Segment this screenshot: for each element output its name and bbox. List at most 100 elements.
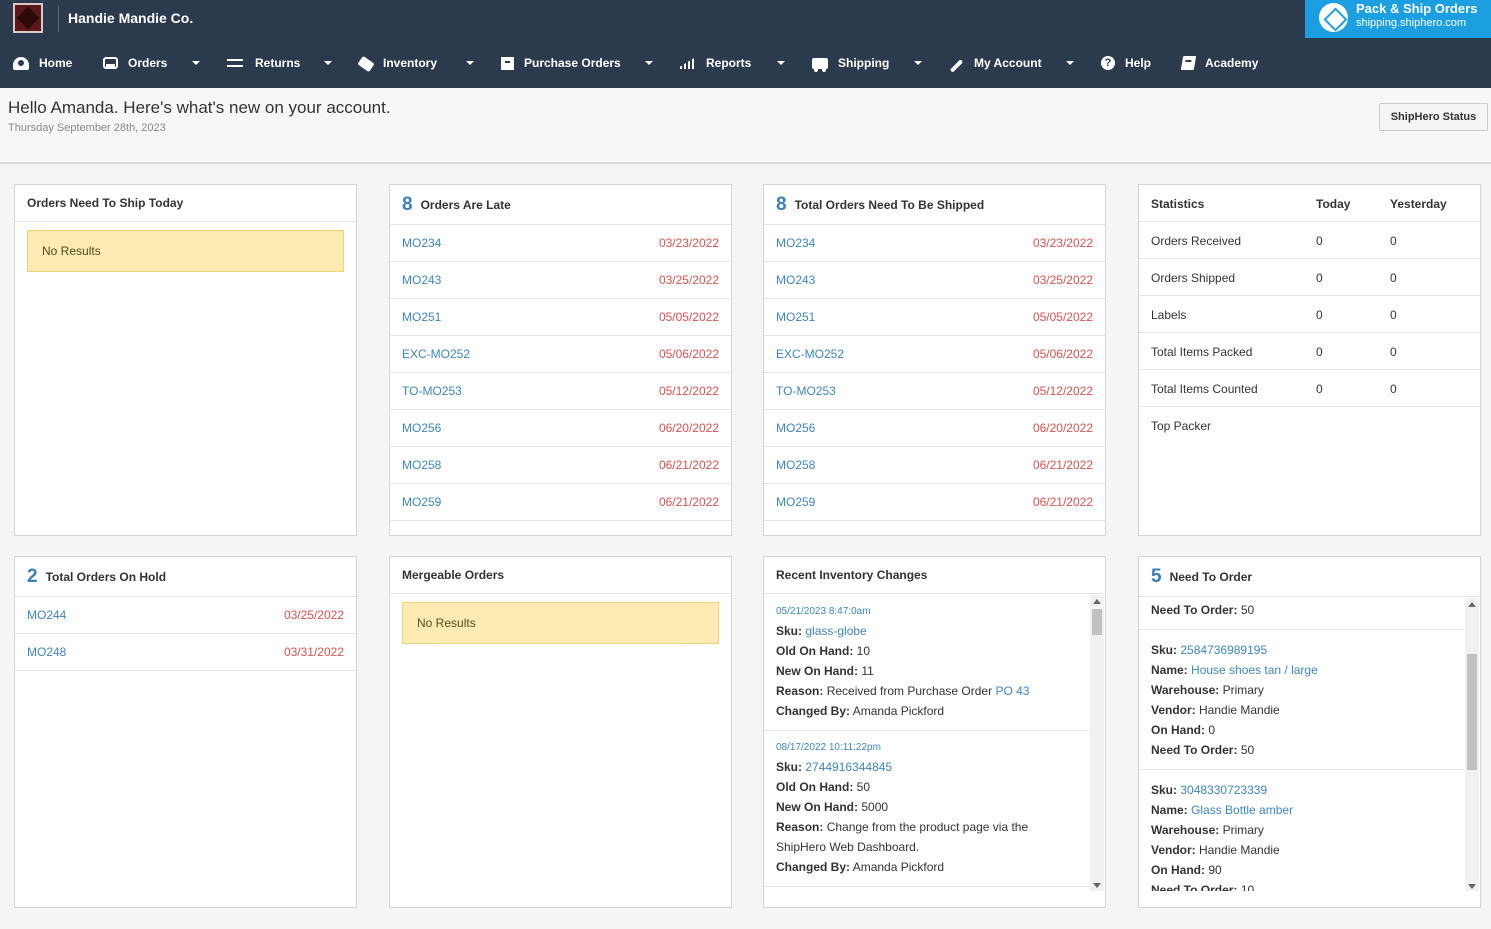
product-link[interactable]: Glass Bottle amber <box>1191 803 1293 817</box>
stat-label: Labels <box>1151 308 1187 322</box>
order-date: 05/06/2022 <box>1032 347 1093 361</box>
field-label: Warehouse: <box>1151 823 1220 837</box>
product-link[interactable]: House shoes tan / large <box>1191 663 1318 677</box>
order-date: 05/06/2022 <box>658 347 719 361</box>
nav-my-account[interactable]: My Account <box>949 38 1042 88</box>
company-logo[interactable] <box>13 3 43 33</box>
chevron-down-icon[interactable] <box>466 61 474 65</box>
order-link[interactable]: MO258 <box>402 458 441 472</box>
nav-label: Help <box>1125 56 1152 70</box>
order-link[interactable]: MO251 <box>776 310 815 324</box>
sku-link[interactable]: 2744916344845 <box>805 760 892 774</box>
scrollbar-thumb[interactable] <box>1467 654 1477 770</box>
field-label: Sku: <box>1151 783 1178 797</box>
order-link[interactable]: MO256 <box>402 421 441 435</box>
nav-label: Home <box>39 56 73 70</box>
panel-header: 8 Total Orders Need To Be Shipped <box>764 185 1105 225</box>
sku-link[interactable]: 3048330723339 <box>1180 783 1267 797</box>
archive-icon <box>501 56 514 70</box>
chevron-down-icon[interactable] <box>1066 61 1074 65</box>
table-row: Labels 0 0 <box>1139 296 1480 333</box>
order-link[interactable]: MO258 <box>776 458 815 472</box>
order-link[interactable]: MO234 <box>776 236 815 250</box>
table-row: MO258 06/21/2022 <box>764 447 1105 484</box>
order-link[interactable]: MO243 <box>776 273 815 287</box>
field-label: Need To Order: <box>1151 743 1238 757</box>
scrollbar-thumb[interactable] <box>1092 609 1102 635</box>
pack-ship-orders-button[interactable]: Pack & Ship Orders shipping.shiphero.com <box>1305 0 1491 38</box>
stat-yesterday: 0 <box>1390 382 1397 396</box>
order-link[interactable]: EXC-MO252 <box>776 347 844 361</box>
pack-ship-url: shipping.shiphero.com <box>1356 17 1467 29</box>
panel-title: Mergeable Orders <box>390 557 731 594</box>
sku-link[interactable]: glass-globe <box>805 624 866 638</box>
nav-help[interactable]: ? Help <box>1101 38 1151 88</box>
new-on-hand: 11 <box>861 664 874 678</box>
need-to-order-panel: 5 Need To Order On Hand: 0 Need To Order… <box>1138 556 1481 908</box>
panel-header: 5 Need To Order <box>1139 557 1480 597</box>
field-label: On Hand: <box>1151 723 1205 737</box>
table-row: MO234 03/23/2022 <box>390 225 731 262</box>
list-item: 08/17/2022 10:11:22pm Sku: 2744916344845… <box>764 731 1089 887</box>
orders-late-panel: 8 Orders Are Late MO234 03/23/2022 MO243 0… <box>389 184 732 536</box>
exchange-icon <box>227 56 245 70</box>
order-link[interactable]: TO-MO253 <box>402 384 462 398</box>
order-link[interactable]: MO244 <box>27 608 66 622</box>
scroll-up-icon[interactable] <box>1093 599 1101 604</box>
nav-academy[interactable]: Academy <box>1180 38 1259 88</box>
nav-home[interactable]: Home <box>13 38 72 88</box>
nav-inventory[interactable]: Inventory <box>357 38 437 88</box>
need-to-order-list[interactable]: On Hand: 0 Need To Order: 50 Sku: 258473… <box>1139 598 1464 891</box>
orders-ship-today-panel: Orders Need To Ship Today No Results <box>14 184 357 536</box>
order-link[interactable]: MO256 <box>776 421 815 435</box>
nav-returns[interactable]: Returns <box>227 38 300 88</box>
signal-icon <box>680 57 696 69</box>
order-link[interactable]: MO248 <box>27 645 66 659</box>
chevron-down-icon[interactable] <box>914 61 922 65</box>
order-link[interactable]: TO-MO253 <box>776 384 836 398</box>
order-date: 03/25/2022 <box>283 608 344 622</box>
nav-label: Purchase Orders <box>524 56 621 70</box>
order-date: 03/23/2022 <box>1032 236 1093 250</box>
nav-orders[interactable]: Orders <box>103 38 167 88</box>
nav-purchase-orders[interactable]: Purchase Orders <box>501 38 621 88</box>
scroll-down-icon[interactable] <box>1468 884 1476 889</box>
list-item: On Hand: 0 Need To Order: 50 <box>1139 598 1464 630</box>
nav-label: Orders <box>128 56 168 70</box>
scrollbar[interactable] <box>1090 595 1104 891</box>
shiphero-status-button[interactable]: ShipHero Status <box>1379 103 1488 131</box>
field-label: Name: <box>1151 803 1188 817</box>
chevron-down-icon[interactable] <box>192 61 200 65</box>
main-nav: Home Orders Returns Inventory Purchase O… <box>0 38 1491 88</box>
field-label: Need To Order: <box>1151 883 1238 891</box>
pack-ship-title: Pack & Ship Orders <box>1356 1 1478 16</box>
greeting: Hello Amanda. Here's what's new on your … <box>8 98 391 117</box>
scroll-down-icon[interactable] <box>1093 883 1101 888</box>
nav-reports[interactable]: Reports <box>680 38 751 88</box>
order-link[interactable]: MO251 <box>402 310 441 324</box>
table-row: MO258 06/21/2022 <box>390 447 731 484</box>
sku-link[interactable]: 2584736989195 <box>1180 643 1267 657</box>
stat-today: 0 <box>1316 234 1323 248</box>
nav-shipping[interactable]: Shipping <box>812 38 889 88</box>
list-item: Sku: 2584736989195 Name: House shoes tan… <box>1139 630 1464 770</box>
order-link[interactable]: MO259 <box>776 495 815 509</box>
table-row: MO256 06/20/2022 <box>764 410 1105 447</box>
po-link[interactable]: PO 43 <box>995 684 1029 698</box>
col-header: Statistics <box>1151 197 1205 211</box>
chevron-down-icon[interactable] <box>777 61 785 65</box>
scroll-up-icon[interactable] <box>1468 602 1476 607</box>
col-header: Today <box>1316 197 1351 211</box>
scrollbar[interactable] <box>1465 598 1479 891</box>
nav-label: Academy <box>1205 56 1259 70</box>
order-link[interactable]: MO234 <box>402 236 441 250</box>
order-link[interactable]: MO243 <box>402 273 441 287</box>
field-label: Sku: <box>776 624 803 638</box>
inventory-changes-list[interactable]: 05/21/2023 8:47:0am Sku: glass-globe Old… <box>764 595 1089 891</box>
chevron-down-icon[interactable] <box>645 61 653 65</box>
field-label: Reason: <box>776 684 824 698</box>
wrench-icon <box>949 58 964 73</box>
order-link[interactable]: EXC-MO252 <box>402 347 470 361</box>
order-link[interactable]: MO259 <box>402 495 441 509</box>
chevron-down-icon[interactable] <box>324 61 332 65</box>
